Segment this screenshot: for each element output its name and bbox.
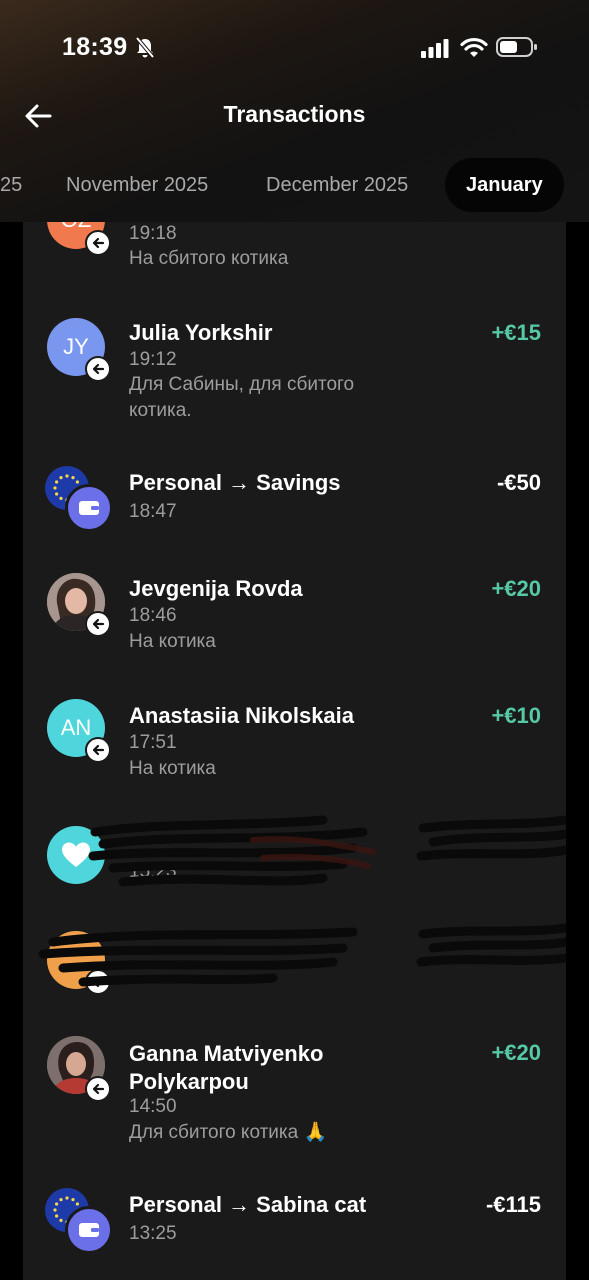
transaction-amount: +€20 <box>491 576 541 601</box>
tab-november-2025[interactable]: November 2025 <box>66 158 208 212</box>
incoming-arrow-icon <box>85 611 111 637</box>
status-bar: 18:39 <box>0 0 589 90</box>
transaction-time: 14:50 <box>129 1096 177 1117</box>
transaction-row[interactable]: AN Anastasiia Nikolskaia +€10 17:51 На к… <box>23 695 566 795</box>
heart-icon <box>62 842 90 867</box>
incoming-arrow-icon <box>85 230 111 256</box>
transaction-time: 18:47 <box>129 501 177 522</box>
transaction-amount: -€115 <box>485 1192 541 1217</box>
transaction-row[interactable]: Ganna Matviyenko Polykarpou +€20 14:50 Д… <box>23 1032 566 1162</box>
transaction-time: 18:46 <box>129 605 177 626</box>
wallet-icon <box>65 484 113 532</box>
transaction-row[interactable]: Jevgenija Rovda +€20 18:46 На котика <box>23 567 566 667</box>
transaction-time: 13:25 <box>129 1223 177 1244</box>
transaction-row[interactable]: Personal → Sabina cat -€115 13:25 <box>23 1184 566 1264</box>
transaction-note: Для сбитого котика 🙏 <box>129 1122 328 1143</box>
transaction-note: На котика <box>129 758 216 779</box>
transaction-name: Jevgenija Rovda <box>129 576 303 601</box>
tab-december-2025[interactable]: December 2025 <box>266 158 408 212</box>
wifi-icon <box>460 37 488 57</box>
incoming-arrow-icon <box>85 356 111 382</box>
incoming-arrow-icon <box>85 737 111 763</box>
transaction-amount: +€20 <box>491 1040 541 1065</box>
transaction-amount: -€50 <box>496 470 541 495</box>
transaction-time: 17:51 <box>129 732 177 753</box>
transaction-name: Julia Yorkshir <box>129 320 273 345</box>
battery-icon <box>496 37 537 57</box>
wallet-icon <box>65 1206 113 1254</box>
transaction-time: 19:12 <box>129 349 177 370</box>
avatar-initials: AN <box>60 715 92 740</box>
cellular-signal-icon <box>421 39 449 58</box>
transaction-row[interactable]: Personal → Savings -€50 18:47 <box>23 462 566 542</box>
transaction-row[interactable]: JY Julia Yorkshir +€15 19:12 Для Сабины,… <box>23 310 566 430</box>
transaction-row[interactable]: OZ 19:18 На сбитого котика <box>23 222 566 272</box>
tab-january[interactable]: January <box>445 158 564 212</box>
transaction-time: 19:18 <box>129 223 177 244</box>
bell-slash-icon <box>135 37 155 59</box>
incoming-arrow-icon <box>85 969 111 995</box>
transaction-note: На сбитого котика <box>129 248 289 269</box>
transaction-amount: +€10 <box>491 703 541 728</box>
transaction-time: 15:23 <box>129 861 177 882</box>
incoming-arrow-icon <box>85 1076 111 1102</box>
transaction-name: Ganna Matviyenko Polykarpou <box>129 1041 324 1094</box>
status-time: 18:39 <box>62 33 128 61</box>
transactions-list: OZ 19:18 На сбитого котика JY Julia York… <box>23 222 566 1280</box>
tab-partial-month[interactable]: 25 <box>0 158 22 212</box>
transaction-note: Для Сабины, для сбитого котика. <box>129 374 355 421</box>
transaction-name: Personal → Sabina cat <box>129 1192 367 1217</box>
transaction-name: Personal → Savings <box>129 470 341 495</box>
avatar-initials: OZ <box>61 222 92 233</box>
avatar <box>47 826 105 884</box>
avatar-initials: JY <box>63 334 89 359</box>
month-tabs: 25 November 2025 December 2025 January <box>0 158 589 212</box>
header: 18:39 Transactions 25 November 2025 Dece… <box>0 0 589 222</box>
transaction-name: Anastasiia Nikolskaia <box>129 703 355 728</box>
transaction-row-redacted[interactable]: 15:23 <box>23 822 566 902</box>
transaction-amount: +€15 <box>491 320 541 345</box>
page-title: Transactions <box>223 101 366 127</box>
transaction-note: На котика <box>129 631 216 652</box>
transaction-row-redacted[interactable] <box>23 927 566 1007</box>
